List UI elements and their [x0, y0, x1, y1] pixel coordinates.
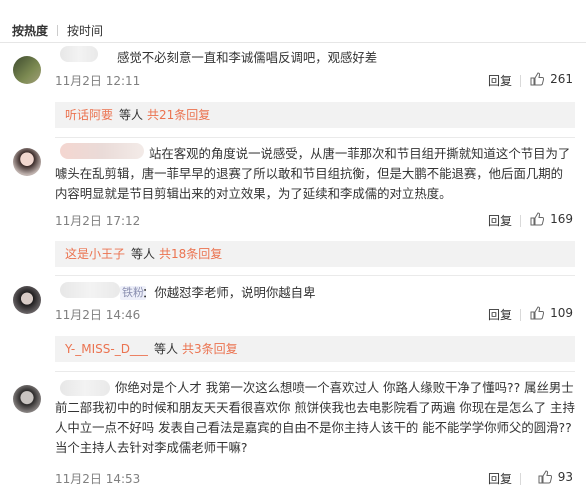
avatar[interactable]	[13, 385, 41, 413]
reply-user[interactable]: 这是小王子	[65, 247, 125, 261]
reply-etc: 等人	[153, 342, 178, 356]
thumbs-up-icon	[530, 72, 545, 86]
avatar[interactable]	[13, 56, 41, 84]
reply-summary[interactable]: 听话阿要 等人 共21条回复	[55, 102, 575, 128]
meta-divider	[520, 309, 521, 321]
avatar[interactable]	[13, 286, 41, 314]
like-count: 169	[550, 212, 573, 226]
meta-divider	[520, 215, 521, 227]
comment-text: ：你越怼李老师，说明你越自卑	[142, 285, 316, 300]
thumbs-up-icon	[538, 470, 552, 484]
comment-meta: 11月2日 14:46 回复 109	[55, 306, 575, 324]
reply-total-link[interactable]: 共3条回复	[182, 342, 238, 356]
comment-divider	[55, 371, 575, 372]
sort-by-time-tab[interactable]: 按时间	[67, 22, 103, 39]
like-count: 93	[557, 470, 573, 484]
thumbs-up-icon	[530, 306, 545, 320]
reply-user[interactable]: 听话阿要	[65, 108, 113, 122]
reply-summary[interactable]: 这是小王子 等人 共18条回复	[55, 241, 575, 267]
sort-tabs: 按热度 按时间	[12, 22, 103, 39]
meta-divider	[520, 473, 521, 485]
meta-divider	[520, 75, 521, 87]
reply-etc: 等人	[131, 247, 156, 261]
reply-button[interactable]: 回复	[488, 306, 512, 323]
comment-meta: 11月2日 14:53 回复 93	[55, 470, 575, 488]
comment-meta: 11月2日 17:12 回复 169	[55, 212, 575, 230]
like-count: 109	[550, 306, 573, 320]
avatar[interactable]	[13, 148, 41, 176]
like-count: 261	[550, 72, 573, 86]
reply-etc: 等人	[119, 108, 144, 122]
comment-divider	[55, 275, 575, 276]
reply-button[interactable]: 回复	[488, 470, 512, 487]
reply-button[interactable]: 回复	[488, 72, 512, 89]
comment-meta: 11月2日 12:11 回复 261	[55, 72, 575, 90]
reply-button[interactable]: 回复	[488, 212, 512, 229]
comment-text: 感觉不必刻意一直和李诚儒唱反调吧，观感好差	[117, 50, 378, 65]
tab-divider	[57, 25, 59, 36]
like-button[interactable]: 93	[538, 470, 573, 484]
comment-divider	[55, 137, 575, 138]
comment-text: 站在客观的角度说一说感受，从唐一菲那次和节目组开撕就知道这个节目为了噱头在乱剪辑…	[55, 146, 571, 201]
comment-date: 11月2日 14:46	[55, 308, 141, 322]
reply-summary[interactable]: Y-_MISS-_D___ 等人 共3条回复	[55, 336, 575, 362]
reply-user[interactable]: Y-_MISS-_D___	[65, 342, 148, 356]
sort-by-hot-tab[interactable]: 按热度	[12, 22, 48, 39]
like-button[interactable]: 261	[530, 72, 573, 86]
reply-total-link[interactable]: 共21条回复	[147, 108, 210, 122]
thumbs-up-icon	[530, 212, 545, 226]
comment-date: 11月2日 17:12	[55, 214, 141, 228]
header-divider	[0, 42, 586, 43]
comment-date: 11月2日 12:11	[55, 74, 141, 88]
comment-text: 你绝对是个人才 我第一次这么想喷一个喜欢过人 你路人缘败干净了懂吗?? 属丝男士…	[55, 380, 575, 455]
comment-date: 11月2日 14:53	[55, 472, 141, 486]
like-button[interactable]: 169	[530, 212, 573, 226]
like-button[interactable]: 109	[530, 306, 573, 320]
blurred-username[interactable]	[60, 282, 120, 298]
reply-total-link[interactable]: 共18条回复	[159, 247, 222, 261]
